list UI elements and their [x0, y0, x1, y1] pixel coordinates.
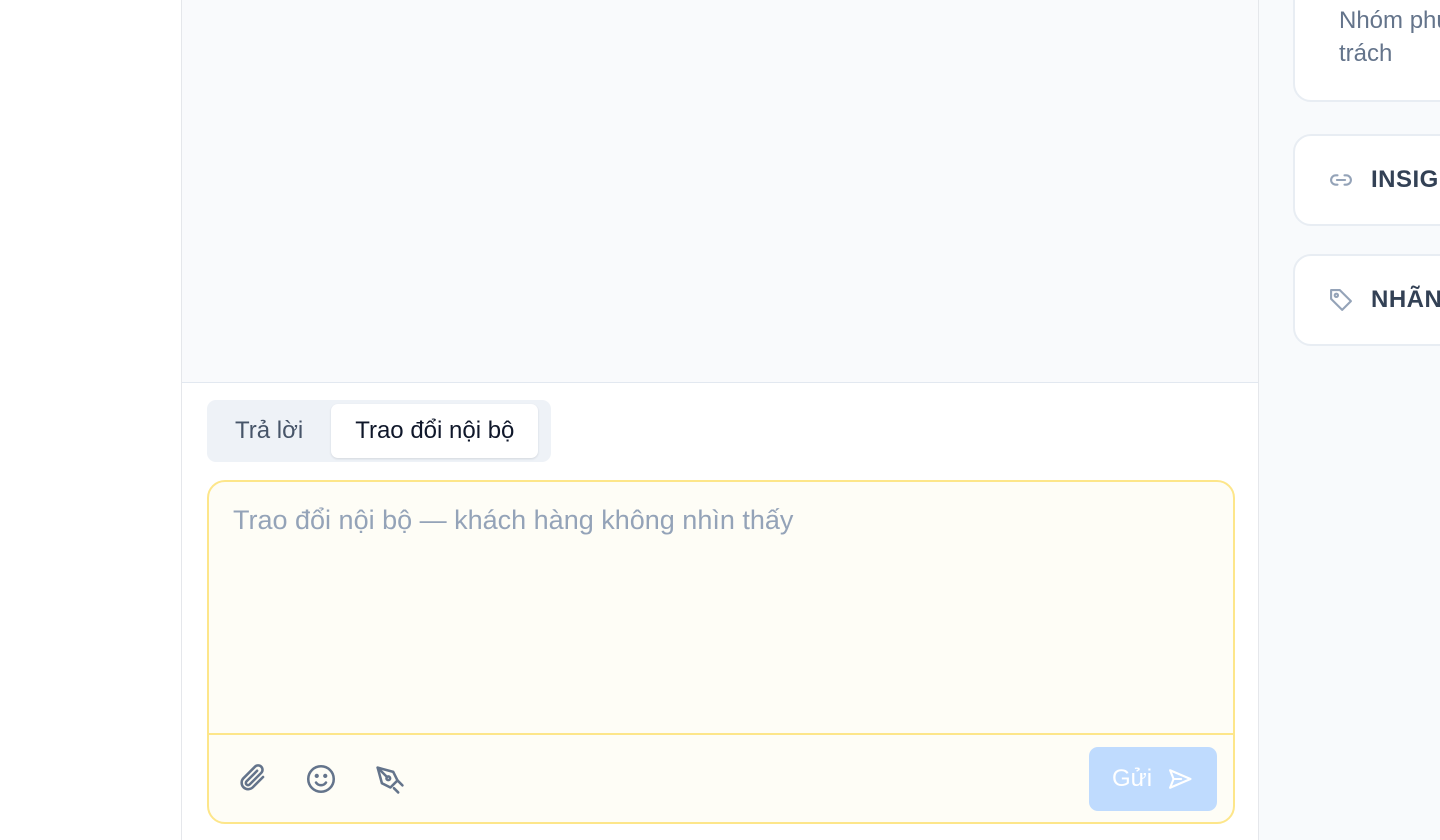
smile-icon: [306, 764, 336, 794]
tag-icon: [1330, 289, 1352, 311]
team-text: Nhóm phụ trách: [1339, 7, 1440, 67]
conversation-column: Trả lời Trao đổi nội bộ Trao đổi nội bộ …: [181, 0, 1259, 840]
composer: Trả lời Trao đổi nội bộ Trao đổi nội bộ …: [182, 383, 1258, 840]
signature-button[interactable]: [369, 759, 409, 799]
composer-mode-tabs: Trả lời Trao đổi nội bộ: [207, 400, 551, 462]
app-shell: Trả lời Trao đổi nội bộ Trao đổi nội bộ …: [0, 0, 1440, 840]
internal-note-editor: Gửi: [207, 480, 1235, 824]
send-label: Gửi: [1111, 765, 1153, 792]
team-card: Nhóm phụ trách: [1293, 0, 1440, 102]
message-thread[interactable]: [182, 0, 1258, 383]
insight-section[interactable]: INSIGHT: [1293, 134, 1440, 226]
send-button[interactable]: Gửi: [1089, 747, 1217, 811]
labels-section-header[interactable]: NHÃN: [1295, 256, 1440, 344]
tab-internal-note[interactable]: Trao đổi nội bộ: [331, 404, 539, 458]
link-icon: [1330, 174, 1352, 186]
insight-section-header[interactable]: INSIGHT: [1295, 136, 1440, 224]
attach-button[interactable]: [234, 759, 274, 799]
internal-note-input[interactable]: [209, 482, 1233, 735]
send-icon: [1169, 769, 1192, 789]
emoji-button[interactable]: [301, 759, 341, 799]
paperclip-icon: [240, 764, 265, 791]
labels-section[interactable]: NHÃN: [1293, 254, 1440, 346]
left-gutter: [0, 0, 181, 840]
labels-section-title: NHÃN: [1371, 286, 1440, 313]
details-panel: Nhóm phụ trách INSIGHT NHÃN: [1259, 0, 1440, 840]
insight-section-title: INSIGHT: [1371, 166, 1440, 193]
tab-reply[interactable]: Trả lời: [211, 404, 327, 458]
pen-nib-icon: [376, 766, 404, 794]
editor-toolbar: Gửi: [209, 733, 1233, 822]
